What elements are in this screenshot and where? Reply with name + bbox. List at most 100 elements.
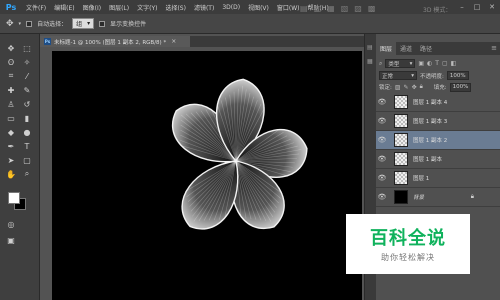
foreground-color-swatch[interactable] xyxy=(8,192,20,204)
chevron-down-icon[interactable]: ▾ xyxy=(19,21,22,27)
auto-select-value: 组 xyxy=(76,21,83,28)
layer-name: 图层 1 xyxy=(413,176,430,182)
menu-view[interactable]: 视图(V) xyxy=(244,3,273,12)
close-icon[interactable]: ✕ xyxy=(486,1,498,12)
lock-position-icon[interactable]: ✥ xyxy=(412,84,417,91)
align-icons: ▤ ▥ ▦ ▧ ▨ ▩ xyxy=(300,4,375,13)
layer-row[interactable]: 👁︎ 图层 1 副本 4 xyxy=(376,93,500,112)
path-selection-icon[interactable]: ➤ xyxy=(4,154,18,166)
lock-all-icon[interactable]: 🔒︎ xyxy=(420,83,423,91)
eye-icon[interactable]: 👁︎ xyxy=(376,155,388,163)
layer-row[interactable]: 👁︎ 图层 1 xyxy=(376,169,500,188)
shape-icon[interactable]: ▢ xyxy=(20,154,34,166)
gradient-icon[interactable]: ▮ xyxy=(20,112,34,124)
eye-icon[interactable]: 👁︎ xyxy=(376,117,388,125)
close-icon[interactable]: × xyxy=(171,38,176,45)
document-tab-bar: Ps 未标题-1 @ 100% (图层 1 副本 2, RGB/8) * × xyxy=(40,36,364,47)
search-icon: ⌕ xyxy=(379,59,383,67)
layer-thumbnail xyxy=(394,190,408,204)
filter-smart-icon[interactable]: ◧ xyxy=(451,60,457,67)
screen-mode-icon[interactable]: ▣ xyxy=(4,234,18,246)
canvas[interactable] xyxy=(52,51,362,300)
options-bar: ✥ ▾ 自动选择： 组 ▾ 显示变换控件 xyxy=(0,14,500,34)
document-tab[interactable]: Ps 未标题-1 @ 100% (图层 1 副本 2, RGB/8) * × xyxy=(40,36,190,47)
history-panel-icon[interactable]: ▤ xyxy=(367,44,375,52)
layer-row[interactable]: 👁︎ 背景 🔒︎ xyxy=(376,188,500,207)
flower-artwork xyxy=(171,78,308,230)
brush-icon[interactable]: ✎ xyxy=(20,84,34,96)
lock-row: 锁定: ▨ ✎ ✥ 🔒︎ 填充: 100% xyxy=(376,82,500,92)
filter-kind-dropdown[interactable]: 类型 ▾ xyxy=(385,59,416,68)
history-brush-icon[interactable]: ↺ xyxy=(20,98,34,110)
pen-icon[interactable]: ✒ xyxy=(4,140,18,152)
maximize-icon[interactable]: □ xyxy=(471,1,483,12)
menu-image[interactable]: 图像(I) xyxy=(79,3,105,12)
lock-image-icon[interactable]: ✎ xyxy=(404,84,409,91)
menu-select[interactable]: 选择(S) xyxy=(161,3,190,12)
blend-row: 正常 ▾ 不透明度: 100% xyxy=(376,70,500,81)
align-bottom-icon[interactable]: ▦ xyxy=(327,4,335,13)
tab-layers[interactable]: 图层 xyxy=(376,42,397,55)
magic-wand-icon[interactable]: ✧ xyxy=(20,56,34,68)
move-tool-icon[interactable]: ✥ xyxy=(6,19,14,29)
show-transform-checkbox[interactable] xyxy=(99,20,106,27)
distribute-v-icon[interactable]: ▩ xyxy=(368,4,376,13)
layer-thumbnail xyxy=(394,114,408,128)
menu-window[interactable]: 窗口(W) xyxy=(273,3,304,12)
filter-type-icon[interactable]: T xyxy=(435,60,439,67)
move-icon[interactable]: ✥ xyxy=(4,42,18,54)
layer-row[interactable]: 👁︎ 图层 1 副本 2 xyxy=(376,131,500,150)
fill-field[interactable]: 100% xyxy=(449,82,472,92)
minimize-icon[interactable]: – xyxy=(456,1,468,12)
chevron-down-icon: ▾ xyxy=(409,60,413,67)
healing-brush-icon[interactable]: ✚ xyxy=(4,84,18,96)
lock-transparent-icon[interactable]: ▨ xyxy=(395,84,401,91)
blur-icon[interactable]: ◆ xyxy=(4,126,18,138)
layer-row[interactable]: 👁︎ 图层 1 副本 xyxy=(376,150,500,169)
layer-name: 图层 1 副本 3 xyxy=(413,119,448,125)
blend-mode-dropdown[interactable]: 正常 ▾ xyxy=(379,71,417,80)
eraser-icon[interactable]: ▭ xyxy=(4,112,18,124)
filter-shape-icon[interactable]: ▢ xyxy=(442,60,448,67)
lasso-icon[interactable]: ʘ xyxy=(4,56,18,68)
type-icon[interactable]: T xyxy=(20,140,34,152)
auto-select-dropdown[interactable]: 组 ▾ xyxy=(72,18,95,29)
layer-row[interactable]: 👁︎ 图层 1 副本 3 xyxy=(376,112,500,131)
menu-edit[interactable]: 编辑(E) xyxy=(50,3,78,12)
layer-name: 图层 1 副本 2 xyxy=(413,138,448,144)
eye-icon[interactable]: 👁︎ xyxy=(376,193,388,201)
lock-label: 锁定: xyxy=(379,85,392,91)
tab-paths[interactable]: 路径 xyxy=(416,42,436,55)
align-middle-icon[interactable]: ▥ xyxy=(314,4,322,13)
distribute-icon[interactable]: ▧ xyxy=(341,4,349,13)
eye-icon[interactable]: 👁︎ xyxy=(376,136,388,144)
menu-3d[interactable]: 3D(D) xyxy=(218,4,244,11)
menu-file[interactable]: 文件(F) xyxy=(22,3,50,12)
tab-channels[interactable]: 通道 xyxy=(396,42,416,55)
hand-icon[interactable]: ✋ xyxy=(4,168,18,180)
chevron-down-icon: ▾ xyxy=(87,20,91,27)
menu-filter[interactable]: 滤镜(T) xyxy=(190,3,218,12)
window-controls: – □ ✕ xyxy=(456,1,498,12)
align-top-icon[interactable]: ▤ xyxy=(300,4,308,13)
eye-icon[interactable]: 👁︎ xyxy=(376,174,388,182)
watermark-logo: 百科全说 助你轻松解决 xyxy=(346,214,470,274)
auto-select-checkbox[interactable] xyxy=(26,20,33,27)
dodge-icon[interactable]: ● xyxy=(20,126,34,138)
menu-layer[interactable]: 图层(L) xyxy=(105,3,133,12)
eye-icon[interactable]: 👁︎ xyxy=(376,98,388,106)
panel-menu-icon[interactable]: ≡ xyxy=(491,44,497,52)
filter-adjust-icon[interactable]: ◐ xyxy=(427,60,432,67)
distribute-h-icon[interactable]: ▨ xyxy=(354,4,362,13)
watermark-title: 百科全说 xyxy=(370,228,446,249)
eyedropper-icon[interactable]: ⁄ xyxy=(20,70,34,82)
opacity-field[interactable]: 100% xyxy=(446,71,469,80)
menu-type[interactable]: 文字(Y) xyxy=(133,3,161,12)
clone-stamp-icon[interactable]: ♙ xyxy=(4,98,18,110)
crop-icon[interactable]: ⌗ xyxy=(4,70,18,82)
properties-panel-icon[interactable]: ▦ xyxy=(367,58,375,66)
marquee-icon[interactable]: ⬚ xyxy=(20,42,34,54)
zoom-icon[interactable]: ⌕ xyxy=(20,168,34,180)
filter-pixel-icon[interactable]: ▣ xyxy=(418,60,424,67)
quick-mask-icon[interactable]: ◎ xyxy=(4,218,18,230)
